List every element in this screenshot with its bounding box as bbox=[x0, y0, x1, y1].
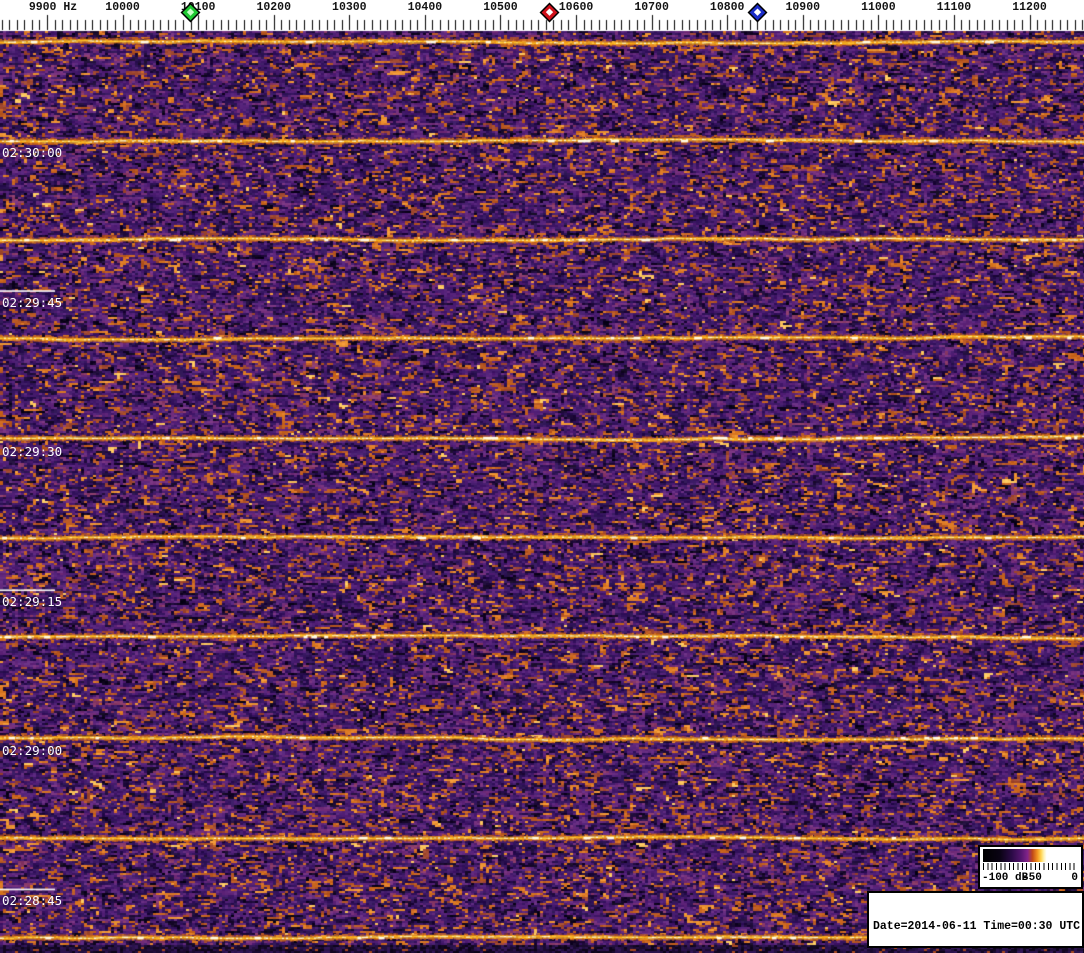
marker-green-diamond[interactable] bbox=[180, 2, 201, 23]
frequency-markers bbox=[0, 0, 1084, 30]
colorbar-ticks bbox=[983, 863, 1078, 870]
marker-blue-diamond[interactable] bbox=[747, 2, 768, 23]
colorbar-max-label: 0 bbox=[1071, 872, 1078, 884]
time-tick-label: 02:29:15 bbox=[2, 593, 63, 609]
colorbar-legend[interactable]: -100 dB -50 0 bbox=[978, 845, 1083, 889]
marker-red-diamond[interactable] bbox=[539, 2, 560, 23]
info-date-time: Date=2014-06-11 Time=00:30 UTC bbox=[873, 920, 1081, 934]
time-tick-label: 02:28:45 bbox=[2, 893, 63, 908]
time-tick-label: 02:29:30 bbox=[2, 444, 63, 460]
spectrogram-waterfall-canvas[interactable] bbox=[0, 0, 1084, 953]
time-tick-label: 02:29:45 bbox=[2, 294, 63, 310]
colorbar-mid-label: -50 bbox=[1022, 872, 1042, 884]
colorbar-gradient bbox=[983, 849, 1078, 862]
observation-info-box: Date=2014-06-11 Time=00:30 UTC Freq=143 … bbox=[867, 891, 1084, 948]
time-tick-label: 02:29:00 bbox=[2, 743, 63, 759]
spectrogram-app: 9900 Hz 10000 10100 10200 10300 10400 10500 106… bbox=[0, 0, 1084, 953]
time-tick-label: 02:30:00 bbox=[2, 145, 63, 160]
